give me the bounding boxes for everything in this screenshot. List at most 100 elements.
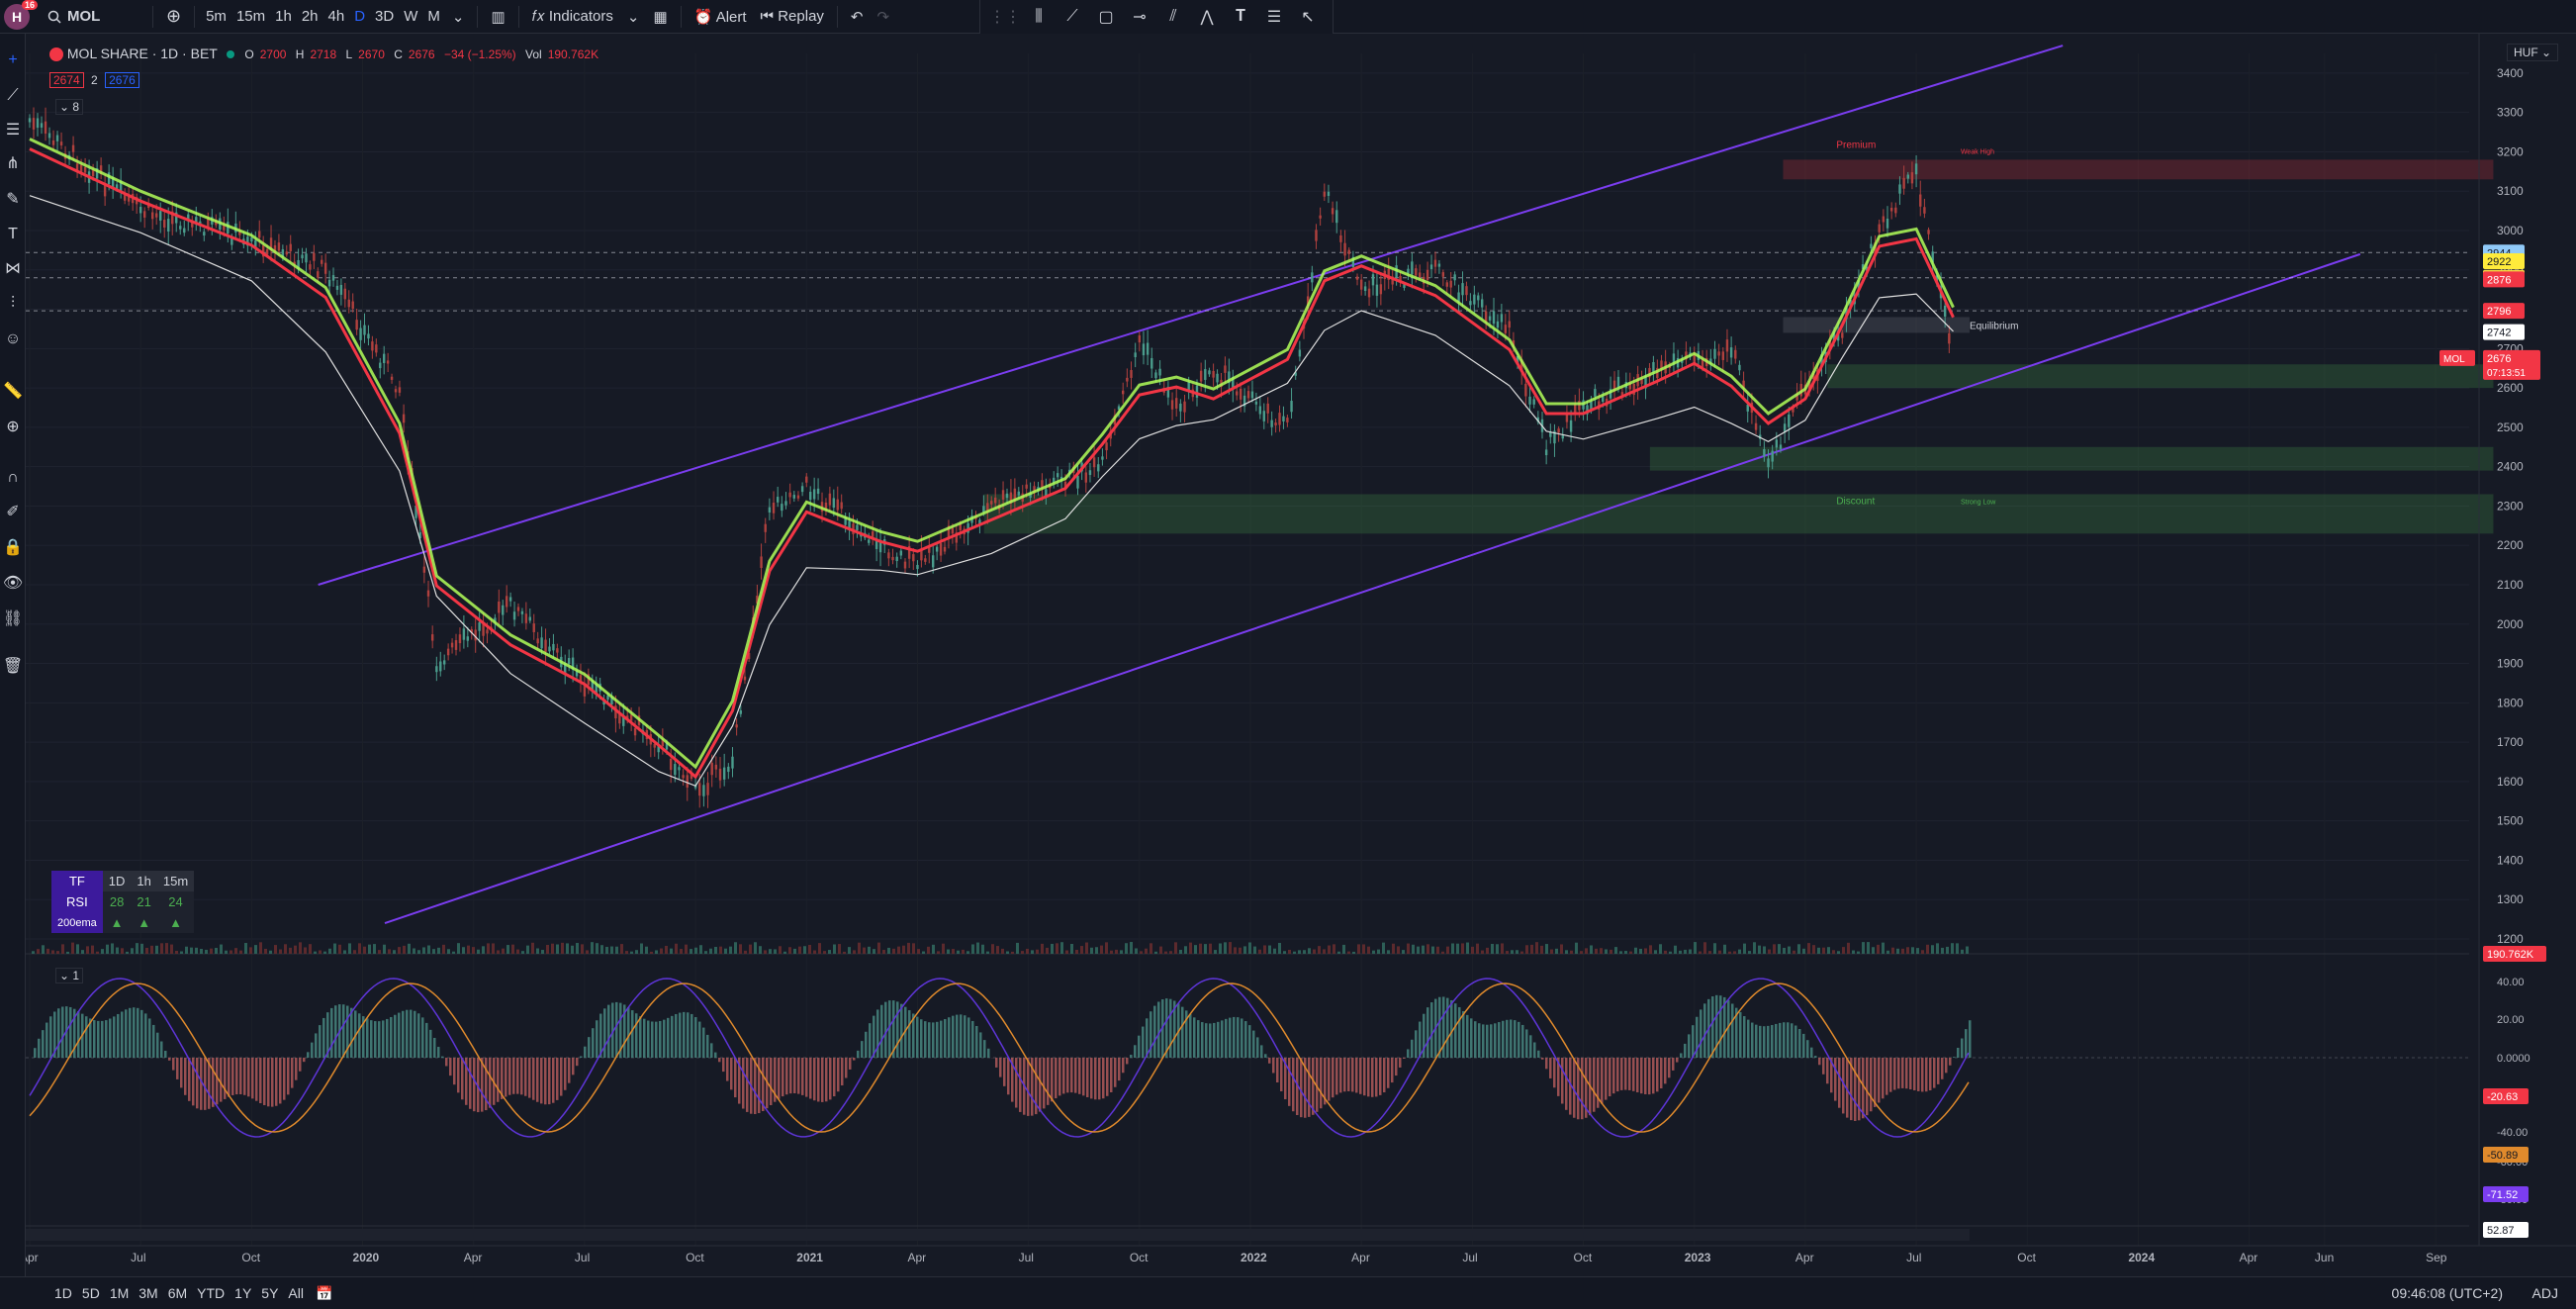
macd-histogram-bar — [1858, 1058, 1861, 1121]
bottom-toolbar: 1D 5D 1M 3M 6M YTD 1Y 5Y All 📅 09:46:08 (UTC+2) … — [0, 1276, 2576, 1309]
rectangle-icon[interactable]: ▢ — [1089, 2, 1123, 32]
replay-button[interactable]: ⏮ Replay — [754, 8, 831, 25]
interval-button[interactable]: 4h — [323, 8, 350, 25]
volume-bar — [714, 946, 717, 954]
volume-bar — [744, 950, 747, 954]
indicators-button[interactable]: 𝑓𝑥 Indicators — [525, 8, 620, 25]
redo-icon[interactable]: ↷ — [871, 8, 897, 26]
macd-histogram-bar — [1019, 1058, 1022, 1112]
compare-add-icon[interactable]: ⊕ — [159, 6, 188, 27]
candle-body — [1323, 191, 1326, 197]
undo-icon[interactable]: ↶ — [844, 8, 871, 26]
trash-icon[interactable]: 🗑 — [2, 655, 24, 677]
candle-body — [1001, 490, 1005, 500]
macd-value: -20.63 — [2487, 1091, 2518, 1103]
horizontal-lines-icon[interactable]: ☰ — [2, 119, 24, 140]
chevron-down-icon[interactable]: ⌄ — [445, 8, 472, 26]
interval-button[interactable]: 2h — [297, 8, 323, 25]
volume-bar — [1377, 949, 1380, 954]
macd-histogram-bar — [1189, 1014, 1192, 1058]
ruler-icon[interactable]: 📏 — [2, 380, 24, 402]
interval-button[interactable]: 1h — [270, 8, 297, 25]
range-button[interactable]: 5Y — [256, 1285, 283, 1301]
macd-histogram-bar — [1893, 1058, 1896, 1090]
candle-body — [327, 279, 331, 287]
range-button[interactable]: 1M — [105, 1285, 134, 1301]
candle-body — [1561, 435, 1564, 439]
emoji-icon[interactable]: ☺ — [2, 328, 24, 350]
pitchfork-icon[interactable]: ⋔ — [2, 152, 24, 174]
user-avatar[interactable]: H 16 — [4, 0, 38, 30]
layouts-icon[interactable]: ▦ — [646, 8, 674, 26]
volume-bar — [1516, 950, 1518, 954]
pattern-icon[interactable]: ⋈ — [2, 257, 24, 279]
interval-button[interactable]: 3D — [370, 8, 399, 25]
drag-handle-icon[interactable]: ⋮⋮ — [988, 2, 1022, 32]
candle-body — [1841, 332, 1844, 338]
interval-button[interactable]: 5m — [201, 8, 231, 25]
range-button[interactable]: 1Y — [230, 1285, 256, 1301]
clock-time[interactable]: 09:46:08 (UTC+2) — [2392, 1285, 2503, 1301]
chart-area[interactable]: 3400330032003100300029002800270026002500… — [26, 34, 2576, 1276]
text-icon[interactable]: 𝐓 — [1224, 2, 1257, 32]
zoom-in-icon[interactable]: ⊕ — [2, 416, 24, 437]
link-icon[interactable]: ⛓ — [2, 608, 24, 629]
range-button[interactable]: 3M — [134, 1285, 162, 1301]
range-button[interactable]: 6M — [163, 1285, 192, 1301]
path-icon[interactable]: ⋀ — [1190, 2, 1224, 32]
interval-button[interactable]: D — [349, 8, 370, 25]
volume-bar — [566, 943, 569, 954]
ask-value[interactable]: 2676 — [105, 72, 139, 88]
volume-bar — [269, 950, 272, 954]
eye-icon[interactable]: 👁 — [2, 572, 24, 594]
crosshair-icon[interactable]: + — [2, 49, 24, 71]
trend-line-icon[interactable]: ⟋ — [1056, 2, 1089, 32]
symbol-search[interactable]: MOL — [47, 8, 146, 25]
volume-bar — [586, 950, 589, 954]
indicators-toggle[interactable]: ⌄ 8 — [55, 99, 84, 115]
price-chart[interactable]: 3400330032003100300029002800270026002500… — [26, 34, 2576, 1276]
parallel-channel-icon[interactable]: ⫽ — [1156, 2, 1190, 32]
macd-histogram-bar — [374, 1021, 377, 1058]
candle-body — [183, 228, 186, 234]
range-button[interactable]: 5D — [77, 1285, 105, 1301]
candle-body — [1914, 163, 1918, 175]
volume-bar — [1169, 951, 1172, 954]
candle-body — [44, 121, 47, 135]
macd-histogram-bar — [1676, 1058, 1679, 1063]
cursor-icon[interactable]: ↖ — [1291, 2, 1325, 32]
chevron-down-icon[interactable]: ⌄ — [620, 8, 647, 26]
interval-button[interactable]: W — [399, 8, 422, 25]
range-button[interactable]: YTD — [192, 1285, 230, 1301]
brush-icon[interactable]: ✎ — [2, 188, 24, 210]
candle-body — [1453, 274, 1456, 281]
bid-value[interactable]: 2674 — [49, 72, 84, 88]
range-button[interactable]: All — [283, 1285, 309, 1301]
magnet-icon[interactable]: ∩ — [2, 467, 24, 489]
grid-lines-icon[interactable]: ⫼ — [1022, 2, 1056, 32]
pane-indicators-toggle[interactable]: ⌄ 1 — [55, 968, 84, 983]
volume-bar — [1372, 950, 1375, 954]
drawing-mode-icon[interactable]: ✐ — [2, 501, 24, 522]
interval-button[interactable]: M — [422, 8, 445, 25]
currency-select[interactable]: HUF ⌄ — [2507, 44, 2559, 61]
trend-line-icon[interactable]: ⟋ — [2, 85, 24, 107]
prediction-icon[interactable]: ⫶ — [2, 293, 24, 315]
candles-type-icon[interactable]: ▥ — [484, 8, 511, 26]
adj-toggle[interactable]: ADJ — [2532, 1285, 2558, 1301]
candle-body — [1335, 210, 1338, 224]
text-icon[interactable]: T — [2, 224, 24, 245]
fib-retracement-icon[interactable]: ☰ — [1257, 2, 1291, 32]
interval-button[interactable]: 15m — [231, 8, 270, 25]
macd-histogram-bar — [180, 1058, 183, 1088]
calendar-icon[interactable]: 📅 — [309, 1285, 339, 1302]
range-button[interactable]: 1D — [49, 1285, 77, 1301]
volume-bar — [1253, 946, 1256, 954]
macd-histogram-bar — [1114, 1058, 1117, 1087]
interval-list: 5m 15m 1h 2h 4h D 3D W M — [201, 8, 445, 25]
candle-body — [1315, 230, 1318, 241]
lock-icon[interactable]: 🔒 — [2, 536, 24, 558]
alert-button[interactable]: ⏰ Alert — [688, 8, 754, 26]
macd-histogram-bar — [410, 1009, 413, 1058]
horizontal-ray-icon[interactable]: ⊸ — [1123, 2, 1156, 32]
